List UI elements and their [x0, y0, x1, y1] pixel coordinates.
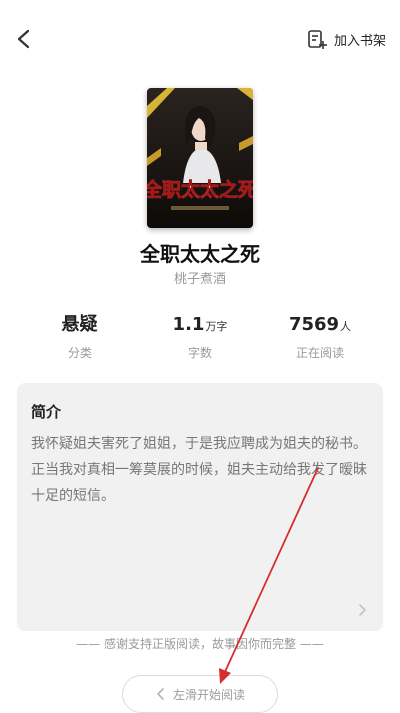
- book-cover[interactable]: 全职太太之死: [147, 88, 253, 228]
- back-button[interactable]: [10, 22, 40, 56]
- stat-readers: 7569人 正在阅读: [260, 314, 380, 361]
- book-author[interactable]: 桃子煮酒: [0, 268, 400, 287]
- book-stats: 悬疑 分类 1.1万字 字数 7569人 正在阅读: [0, 314, 400, 361]
- start-reading-label: 左滑开始阅读: [172, 687, 245, 702]
- intro-text: 我怀疑姐夫害死了姐姐，于是我应聘成为姐夫的秘书。正当我对真相一筹莫展的时候，姐夫…: [31, 436, 367, 504]
- stat-category-value: 悬疑: [61, 314, 98, 335]
- intro-title: 简介: [31, 403, 62, 421]
- stat-category: 悬疑 分类: [20, 314, 140, 361]
- add-to-shelf-button[interactable]: 加入书架: [306, 26, 386, 52]
- top-bar: 加入书架: [0, 0, 400, 76]
- stat-readers-unit: 人: [340, 320, 352, 333]
- stat-word-count: 1.1万字 字数: [140, 314, 260, 361]
- book-cover-art: 全职太太之死: [147, 88, 253, 228]
- thanks-note: —— 感谢支持正版阅读，故事因你而完整 ——: [76, 637, 324, 651]
- stat-readers-label: 正在阅读: [295, 346, 344, 360]
- stat-word-count-unit: 万字: [205, 320, 228, 333]
- stat-word-count-value: 1.1: [172, 314, 205, 335]
- stat-word-count-label: 字数: [187, 346, 212, 360]
- stat-readers-value: 7569: [288, 314, 340, 335]
- stat-category-label: 分类: [67, 346, 92, 360]
- add-to-shelf-icon: [308, 30, 327, 49]
- start-reading-button[interactable]: 左滑开始阅读: [122, 675, 278, 713]
- intro-card[interactable]: 简介 我怀疑姐夫害死了姐姐，于是我应聘成为姐夫的秘书。正当我对真相一筹莫展的时候…: [17, 383, 383, 631]
- book-title: 全职太太之死: [140, 242, 260, 266]
- chevron-left-icon: [157, 688, 164, 700]
- chevron-left-icon: [17, 29, 30, 49]
- chevron-right-icon[interactable]: [355, 603, 369, 617]
- cover-title-art: 全职太太之死: [147, 178, 253, 201]
- add-to-shelf-label: 加入书架: [333, 33, 386, 49]
